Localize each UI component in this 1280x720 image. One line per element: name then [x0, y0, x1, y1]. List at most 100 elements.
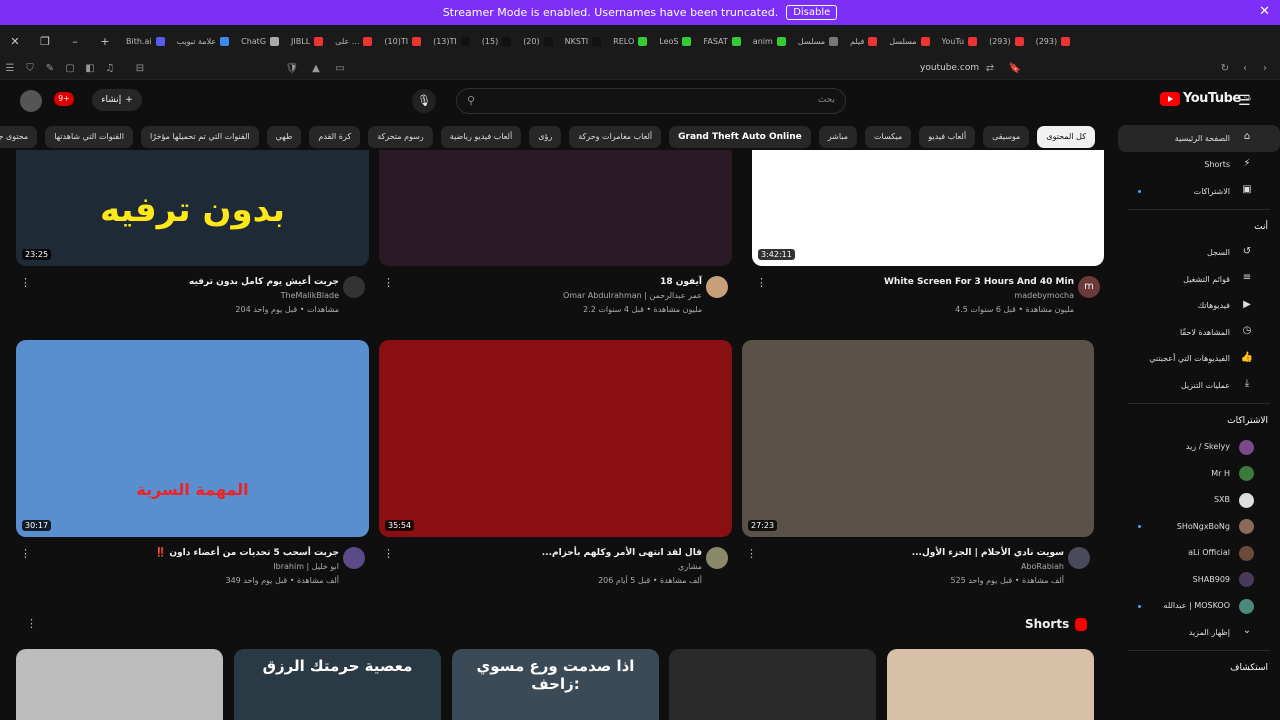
- minimize-icon[interactable]: –: [60, 35, 90, 48]
- bookmark-icon[interactable]: 🔖: [1005, 63, 1025, 74]
- url-text[interactable]: youtube.com: [920, 63, 979, 73]
- short-thumbnail[interactable]: [16, 649, 223, 720]
- sidebar-item[interactable]: aLi Official: [1118, 540, 1280, 567]
- video-title[interactable]: جربت أعيش يوم كامل بدون ترفيه: [189, 277, 339, 287]
- new-tab-icon[interactable]: +: [90, 35, 120, 48]
- video-thumbnail[interactable]: 27:23: [742, 340, 1094, 537]
- chip-filter[interactable]: القنوات التي شاهدتها: [45, 126, 133, 148]
- chip-filter[interactable]: كل المحتوى: [1037, 126, 1095, 148]
- video-title[interactable]: آيفون 18: [660, 277, 702, 287]
- video-thumbnail[interactable]: 35:54: [379, 340, 732, 537]
- mic-icon[interactable]: 🎙: [412, 89, 436, 113]
- sidebar-item[interactable]: Mr H: [1118, 460, 1280, 487]
- close-icon[interactable]: ✕: [1259, 4, 1270, 19]
- more-options-icon[interactable]: ⋮: [383, 276, 394, 289]
- browser-tab[interactable]: FASAT: [697, 37, 746, 46]
- browser-tab[interactable]: RELO: [607, 37, 653, 46]
- sidebar-item[interactable]: السجل ↺: [1118, 240, 1280, 267]
- forward-icon[interactable]: ›: [1255, 63, 1275, 74]
- chip-filter[interactable]: ألعاب فيديو رياضية: [440, 126, 522, 148]
- browser-tab[interactable]: (20): [517, 37, 558, 46]
- sidebar-item[interactable]: SXB: [1118, 487, 1280, 514]
- rewards-icon[interactable]: ▲: [306, 63, 326, 74]
- channel-name[interactable]: madebymocha: [1014, 291, 1074, 300]
- browser-tab[interactable]: LeoS: [653, 37, 697, 46]
- chip-filter[interactable]: كرة القدم: [309, 126, 361, 148]
- sidebar-subs-header[interactable]: الاشتراكات: [1118, 408, 1280, 434]
- chip-filter[interactable]: موسيقى: [983, 126, 1030, 148]
- channel-avatar[interactable]: m: [1078, 276, 1100, 298]
- channel-avatar[interactable]: [343, 547, 365, 569]
- browser-tab[interactable]: ChatG: [235, 37, 285, 46]
- channel-avatar[interactable]: [706, 276, 728, 298]
- menu-icon[interactable]: ☰: [0, 63, 20, 74]
- search-icon[interactable]: ⚲: [457, 89, 485, 113]
- sidebar-item[interactable]: الصفحة الرئيسية ⌂: [1118, 125, 1280, 152]
- browser-tab[interactable]: (293): [1030, 37, 1077, 46]
- account-avatar[interactable]: [20, 90, 42, 112]
- back-icon[interactable]: ‹: [1235, 63, 1255, 74]
- short-thumbnail[interactable]: [669, 649, 876, 720]
- more-options-icon[interactable]: ⋮: [20, 276, 31, 289]
- browser-tab[interactable]: مسلسل: [883, 37, 935, 46]
- video-title[interactable]: ‼️ جربت أسحب 5 تحديات من أعضاء داون: [155, 548, 339, 558]
- channel-avatar[interactable]: [1068, 547, 1090, 569]
- chip-filter[interactable]: القنوات التي تم تحميلها مؤخرًا: [140, 126, 259, 148]
- chip-filter[interactable]: ميكسات: [865, 126, 912, 148]
- sidebar-item[interactable]: عبدالله | MOSKOO: [1118, 593, 1280, 620]
- sidebar-item[interactable]: الفيديوهات التي أعجبتني 👍: [1118, 346, 1280, 373]
- chip-filter[interactable]: ألعاب مغامرات وحركة: [569, 126, 662, 148]
- sidebar-item[interactable]: قوائم التشغيل ≡: [1118, 266, 1280, 293]
- extension-icon[interactable]: ✎: [40, 63, 60, 74]
- video-thumbnail[interactable]: [379, 150, 732, 266]
- video-thumbnail[interactable]: المهمة السرية 30:17: [16, 340, 369, 537]
- sidebar-item[interactable]: زيد / Skelyy: [1118, 434, 1280, 461]
- browser-tab[interactable]: anim: [747, 37, 792, 46]
- browser-tab[interactable]: (15): [476, 37, 517, 46]
- sidebar-icon[interactable]: ◧: [80, 63, 100, 74]
- music-icon[interactable]: ♫: [100, 63, 120, 74]
- browser-tab[interactable]: مسلسل: [792, 37, 844, 46]
- video-thumbnail[interactable]: 3:42:11: [752, 150, 1104, 266]
- browser-tab[interactable]: JIBLL: [285, 37, 329, 46]
- video-title[interactable]: ...سويت نادي الأحلام | الجزء الأول: [912, 548, 1064, 558]
- close-window-icon[interactable]: ✕: [0, 35, 30, 48]
- more-options-icon[interactable]: ⋮: [746, 547, 757, 560]
- browser-tab[interactable]: Bith.ai: [120, 37, 171, 46]
- channel-avatar[interactable]: [706, 547, 728, 569]
- tab-view-icon[interactable]: ⊟: [130, 63, 150, 74]
- sidebar-item[interactable]: الاشتراكات ▣: [1118, 178, 1280, 205]
- browser-tab[interactable]: على ...: [329, 37, 378, 46]
- chip-filter[interactable]: رؤى: [529, 126, 562, 148]
- chip-filter[interactable]: Grand Theft Auto Online: [669, 126, 811, 148]
- chip-filter[interactable]: طهي: [266, 126, 302, 148]
- browser-tab[interactable]: (293): [983, 37, 1030, 46]
- hamburger-menu-icon[interactable]: ☰: [1238, 93, 1251, 109]
- browser-tab[interactable]: NKSTI: [559, 37, 608, 46]
- brave-shield-icon[interactable]: 🛡: [282, 63, 302, 74]
- video-title[interactable]: White Screen For 3 Hours And 40 Min: [884, 277, 1074, 287]
- channel-name[interactable]: مشاري: [678, 562, 702, 571]
- channel-name[interactable]: Omar Abdulrahman | عمر عبدالرحمن: [563, 291, 702, 300]
- channel-name[interactable]: TheMalikBlade: [281, 291, 339, 300]
- sidebar-item[interactable]: المشاهدة لاحقًا ◷: [1118, 319, 1280, 346]
- reload-icon[interactable]: ↻: [1215, 63, 1235, 74]
- browser-tab[interactable]: (13)TI: [427, 37, 476, 46]
- search-input[interactable]: ⚲ بحث: [456, 88, 846, 114]
- screenshot-icon[interactable]: ▢: [60, 63, 80, 74]
- browser-tab[interactable]: علامة تبويب: [171, 37, 236, 46]
- channel-name[interactable]: AboRabiah: [1021, 562, 1064, 571]
- sidebar-item[interactable]: فيديوهاتك ▶: [1118, 293, 1280, 320]
- sidebar-item[interactable]: SHoNgxBoNg: [1118, 513, 1280, 540]
- chip-filter[interactable]: رسوم متحركة: [368, 126, 433, 148]
- notifications-badge[interactable]: 9+: [54, 92, 74, 106]
- browser-tab[interactable]: فيلم: [844, 37, 883, 46]
- short-thumbnail[interactable]: معصية حرمتك الرزق: [234, 649, 441, 720]
- more-options-icon[interactable]: ⋮: [383, 547, 394, 560]
- shield-icon[interactable]: ⛉: [20, 63, 40, 74]
- translate-icon[interactable]: ⇄: [980, 63, 1000, 74]
- shorts-menu-icon[interactable]: ⋮: [26, 617, 37, 630]
- browser-tab[interactable]: YouTu: [936, 37, 984, 46]
- cast-icon[interactable]: ▭: [330, 63, 350, 74]
- video-thumbnail[interactable]: بدون ترفيه 23:25: [16, 150, 369, 266]
